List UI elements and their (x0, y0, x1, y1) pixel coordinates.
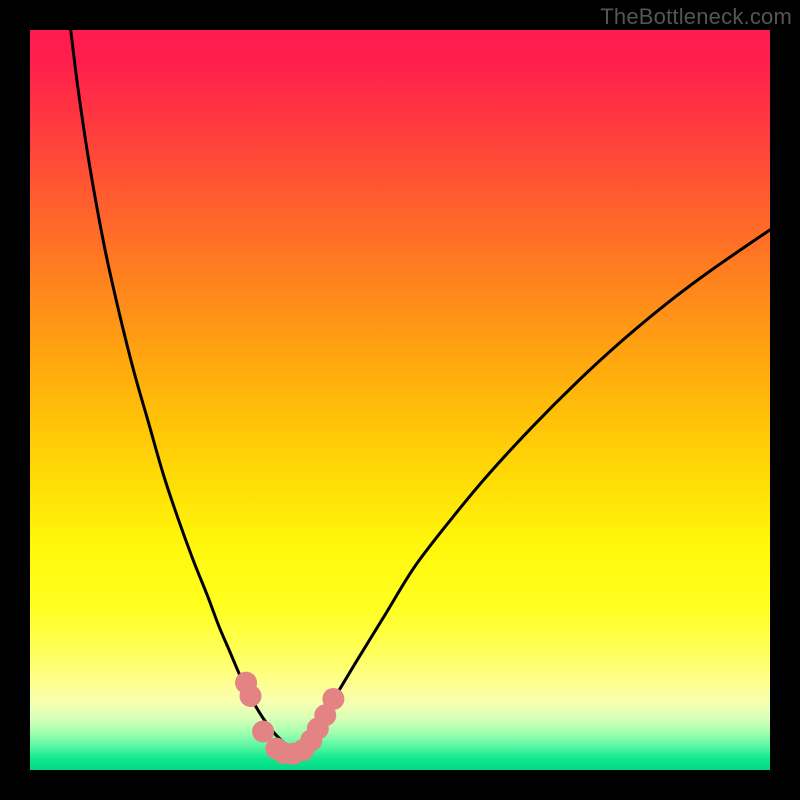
curve-layer (30, 30, 770, 770)
chart-root: TheBottleneck.com (0, 0, 800, 800)
watermark-text: TheBottleneck.com (600, 4, 792, 30)
plot-area (30, 30, 770, 770)
curve-left-branch (71, 30, 293, 752)
marker-point (240, 685, 262, 707)
marker-group (235, 672, 344, 765)
curve-right-branch (293, 230, 770, 752)
marker-point (322, 688, 344, 710)
